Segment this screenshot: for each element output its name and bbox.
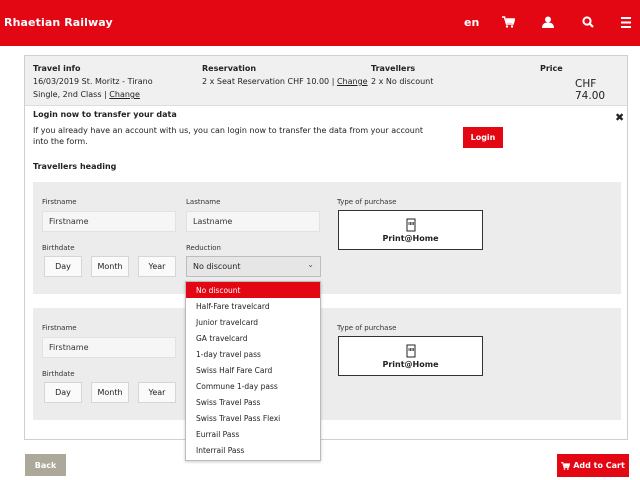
reservation-column: Reservation 2 x Seat Reservation CHF 10.… bbox=[202, 62, 368, 88]
print-at-home-label: Print@Home bbox=[382, 359, 439, 369]
login-text: If you already have an account with us, … bbox=[33, 126, 424, 146]
user-icon[interactable] bbox=[538, 12, 558, 32]
brand-logo[interactable]: Rhaetian Railway bbox=[4, 16, 113, 29]
firstname-input[interactable]: Firstname bbox=[42, 211, 176, 232]
reduction-option-swiss-half-fare-card[interactable]: Swiss Half Fare Card bbox=[186, 362, 320, 378]
language-selector[interactable]: en bbox=[464, 16, 479, 29]
reduction-option-swiss-travel-pass[interactable]: Swiss Travel Pass bbox=[186, 394, 320, 410]
reduction-option-no-discount[interactable]: No discount bbox=[186, 282, 320, 298]
cart-icon bbox=[561, 461, 571, 470]
lastname-input[interactable]: Lastname bbox=[186, 211, 320, 232]
chevron-down-icon: ⌄ bbox=[307, 260, 314, 269]
reservation-detail: 2 x Seat Reservation CHF 10.00 | Change bbox=[202, 75, 368, 88]
cart-icon[interactable] bbox=[498, 12, 518, 32]
print-at-home-option[interactable]: Print@Home bbox=[338, 336, 483, 376]
travel-route: 16/03/2019 St. Moritz - Tirano bbox=[33, 77, 153, 86]
reduction-option-ga-travelcard[interactable]: GA travelcard bbox=[186, 330, 320, 346]
menu-icon[interactable] bbox=[616, 12, 636, 32]
change-reservation-link[interactable]: Change bbox=[337, 77, 368, 86]
travellers-heading: Travellers heading bbox=[33, 162, 117, 171]
travel-info-heading: Travel info bbox=[33, 64, 81, 73]
travel-class: Single, 2nd Class | Change bbox=[33, 88, 153, 101]
total-price: CHF 74.00 bbox=[575, 78, 606, 102]
purchase-type-label: Type of purchase bbox=[337, 324, 397, 332]
firstname-label: Firstname bbox=[42, 198, 77, 206]
add-to-cart-label: Add to Cart bbox=[573, 461, 625, 470]
lastname-label: Lastname bbox=[186, 198, 221, 206]
close-icon[interactable]: ✖ bbox=[615, 111, 624, 124]
receipt-icon bbox=[406, 218, 415, 231]
birth-month-select[interactable]: Month bbox=[91, 256, 129, 277]
birth-year-select[interactable]: Year bbox=[138, 256, 176, 277]
travellers-summary-text: 2 x No discount bbox=[371, 77, 434, 86]
reduction-option-half-fare-travelcard[interactable]: Half-Fare travelcard bbox=[186, 298, 320, 314]
reduction-selected-value: No discount bbox=[193, 262, 241, 271]
firstname-label: Firstname bbox=[42, 324, 77, 332]
travel-class-text: Single, 2nd Class | bbox=[33, 90, 107, 99]
travel-info-column: Travel info 16/03/2019 St. Moritz - Tira… bbox=[33, 62, 153, 101]
receipt-icon bbox=[406, 344, 415, 357]
birthdate-label: Birthdate bbox=[42, 370, 75, 378]
trip-summary: Travel info 16/03/2019 St. Moritz - Tira… bbox=[25, 56, 627, 106]
back-button[interactable]: Back bbox=[25, 454, 66, 476]
change-travel-link[interactable]: Change bbox=[109, 90, 140, 99]
reduction-label: Reduction bbox=[186, 244, 221, 252]
reduction-option-swiss-travel-pass-flexi[interactable]: Swiss Travel Pass Flexi bbox=[186, 410, 320, 426]
birthdate-label: Birthdate bbox=[42, 244, 75, 252]
travellers-column: Travellers 2 x No discount bbox=[371, 62, 433, 88]
top-navigation-bar: Rhaetian Railway en bbox=[0, 0, 640, 46]
add-to-cart-button[interactable]: Add to Cart bbox=[557, 454, 629, 477]
reduction-option-junior-travelcard[interactable]: Junior travelcard bbox=[186, 314, 320, 330]
reduction-dropdown-list: No discount Half-Fare travelcard Junior … bbox=[185, 281, 321, 461]
reduction-option-interrail-pass[interactable]: Interrail Pass bbox=[186, 442, 320, 458]
print-at-home-label: Print@Home bbox=[382, 233, 439, 243]
birth-day-select[interactable]: Day bbox=[44, 382, 82, 403]
purchase-type-label: Type of purchase bbox=[337, 198, 397, 206]
travellers-summary-heading: Travellers bbox=[371, 64, 416, 73]
traveller-form-1: Firstname Firstname Lastname Lastname Bi… bbox=[33, 182, 621, 294]
login-title: Login now to transfer your data bbox=[33, 110, 177, 119]
reduction-option-commune-1-day-pass[interactable]: Commune 1-day pass bbox=[186, 378, 320, 394]
reservation-text: 2 x Seat Reservation CHF 10.00 | bbox=[202, 77, 335, 86]
birth-year-select[interactable]: Year bbox=[138, 382, 176, 403]
booking-panel: Travel info 16/03/2019 St. Moritz - Tira… bbox=[24, 55, 628, 440]
birth-day-select[interactable]: Day bbox=[44, 256, 82, 277]
price-heading: Price bbox=[540, 64, 563, 73]
reduction-option-eurrail-pass[interactable]: Eurrail Pass bbox=[186, 426, 320, 442]
reduction-select[interactable]: No discount ⌄ bbox=[186, 256, 321, 277]
reduction-option-1-day-travel-pass[interactable]: 1-day travel pass bbox=[186, 346, 320, 362]
birth-month-select[interactable]: Month bbox=[91, 382, 129, 403]
price-column: Price bbox=[540, 62, 563, 75]
reservation-heading: Reservation bbox=[202, 64, 257, 73]
firstname-input[interactable]: Firstname bbox=[42, 337, 176, 358]
search-icon[interactable] bbox=[578, 12, 598, 32]
traveller-form-2: Firstname Firstname Birthdate Day Month … bbox=[33, 308, 621, 420]
login-button[interactable]: Login bbox=[463, 127, 503, 148]
print-at-home-option[interactable]: Print@Home bbox=[338, 210, 483, 250]
